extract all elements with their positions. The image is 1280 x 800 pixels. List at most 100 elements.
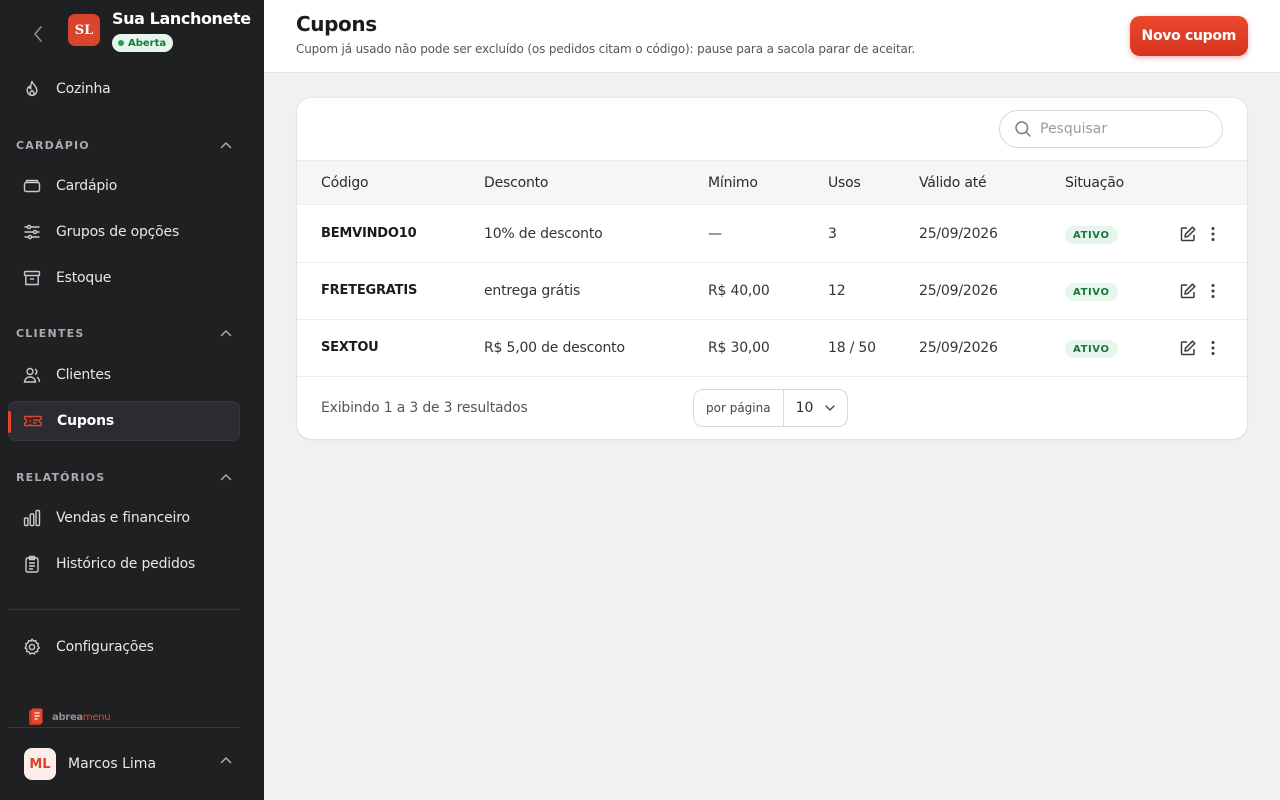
section-title: CLIENTES	[16, 326, 85, 340]
gear-icon	[22, 637, 42, 657]
column-header-minimum[interactable]: Mínimo	[708, 175, 758, 191]
table-row[interactable]: BEMVINDO10 10% de desconto — 3 25/09/202…	[297, 206, 1247, 263]
search-icon	[1015, 121, 1031, 137]
new-coupon-button[interactable]: Novo cupom	[1129, 16, 1248, 56]
sidebar-item-historico[interactable]: Histórico de pedidos	[8, 544, 240, 584]
per-page-label: por página	[694, 390, 784, 426]
coupon-discount: entrega grátis	[484, 283, 581, 299]
page-title: Cupons	[296, 12, 377, 36]
chevron-up-icon	[220, 473, 232, 481]
sidebar-item-cupons[interactable]: Cupons	[8, 401, 240, 441]
ticket-icon	[23, 411, 43, 431]
sidebar-item-grupos-opcoes[interactable]: Grupos de opções	[8, 212, 240, 252]
avatar: ML	[24, 748, 56, 780]
more-vertical-icon[interactable]	[1205, 225, 1221, 243]
coupon-uses: 3	[828, 226, 837, 242]
page-subtitle: Cupom já usado não pode ser excluído (os…	[296, 42, 916, 56]
coupon-uses: 18 / 50	[828, 340, 876, 356]
sidebar-item-cozinha[interactable]: Cozinha	[8, 69, 240, 109]
sidebar-item-label: Vendas e financeiro	[56, 510, 190, 526]
coupon-discount: 10% de desconto	[484, 226, 603, 242]
sidebar-item-estoque[interactable]: Estoque	[8, 258, 240, 298]
edit-icon[interactable]	[1179, 282, 1197, 300]
brand-name: abreamenu	[52, 711, 111, 723]
menu-book-icon	[29, 708, 43, 725]
section-header-cardapio[interactable]: CARDÁPIO	[16, 135, 232, 155]
users-icon	[22, 365, 42, 385]
section-header-clientes[interactable]: CLIENTES	[16, 323, 232, 343]
sidebar-item-vendas[interactable]: Vendas e financeiro	[8, 498, 240, 538]
coupons-table-card: Código Desconto Mínimo Usos Válido até S…	[297, 98, 1247, 439]
section-header-relatorios[interactable]: RELATÓRIOS	[16, 467, 232, 487]
coupon-valid-until: 25/09/2026	[919, 226, 998, 242]
sidebar-item-label: Estoque	[56, 270, 112, 286]
coupon-code: BEMVINDO10	[321, 226, 417, 241]
sidebar-item-label: Cardápio	[56, 178, 118, 194]
per-page-select[interactable]: por página 10	[693, 389, 849, 427]
sidebar-item-cardapio[interactable]: Cardápio	[8, 166, 240, 206]
store-status-badge: Aberta	[112, 34, 174, 52]
column-header-code[interactable]: Código	[321, 175, 369, 191]
per-page-value: 10	[795, 400, 814, 416]
status-badge: ATIVO	[1065, 226, 1118, 244]
coupon-uses: 12	[828, 283, 846, 299]
sidebar-divider	[8, 727, 240, 728]
coupon-minimum: R$ 30,00	[708, 340, 770, 356]
archive-icon	[22, 268, 42, 288]
coupon-valid-until: 25/09/2026	[919, 340, 998, 356]
per-page-dropdown[interactable]: 10	[784, 390, 848, 426]
page-header: Cupons Cupom já usado não pode ser exclu…	[264, 0, 1280, 73]
bar-chart-icon	[22, 508, 42, 528]
sidebar-item-label: Grupos de opções	[56, 224, 180, 240]
chevron-left-icon	[34, 26, 42, 42]
sidebar-item-label: Cupons	[57, 413, 114, 429]
status-dot-icon	[118, 40, 124, 46]
search-box[interactable]	[999, 110, 1223, 148]
chevron-up-icon	[220, 141, 232, 149]
status-badge: ATIVO	[1065, 340, 1118, 358]
table-row[interactable]: FRETEGRATIS entrega grátis R$ 40,00 12 2…	[297, 263, 1247, 320]
section-title: CARDÁPIO	[16, 138, 90, 152]
user-name: Marcos Lima	[68, 756, 157, 772]
back-button[interactable]	[28, 22, 48, 46]
column-header-discount[interactable]: Desconto	[484, 175, 548, 191]
chevron-down-icon	[825, 405, 836, 411]
more-vertical-icon[interactable]	[1205, 282, 1221, 300]
coupon-minimum: R$ 40,00	[708, 283, 770, 299]
coupon-valid-until: 25/09/2026	[919, 283, 998, 299]
column-header-status[interactable]: Situação	[1065, 175, 1124, 191]
table-row[interactable]: SEXTOU R$ 5,00 de desconto R$ 30,00 18 /…	[297, 320, 1247, 377]
edit-icon[interactable]	[1179, 225, 1197, 243]
sidebar-item-clientes[interactable]: Clientes	[8, 355, 240, 395]
chevron-up-icon	[220, 329, 232, 337]
sidebar-divider	[8, 609, 240, 610]
coupon-minimum: —	[708, 226, 722, 242]
coupon-discount: R$ 5,00 de desconto	[484, 340, 625, 356]
coupon-code: FRETEGRATIS	[321, 283, 418, 298]
section-title: RELATÓRIOS	[16, 470, 106, 484]
store-status-label: Aberta	[128, 37, 167, 49]
brand-logo: abreamenu	[26, 707, 111, 727]
store-header: SL Sua Lanchonete Aberta	[0, 0, 264, 66]
sidebar-item-label: Cozinha	[56, 81, 111, 97]
sidebar-item-label: Clientes	[56, 367, 111, 383]
store-avatar: SL	[68, 14, 100, 46]
coupon-code: SEXTOU	[321, 340, 379, 355]
tray-icon	[22, 176, 42, 196]
sidebar-item-label: Histórico de pedidos	[56, 556, 196, 572]
search-input[interactable]	[1040, 121, 1210, 137]
column-header-uses[interactable]: Usos	[828, 175, 861, 191]
sidebar-item-label: Configurações	[56, 639, 154, 655]
sidebar: SL Sua Lanchonete Aberta Cozinha CARDÁPI…	[0, 0, 264, 800]
column-header-valid-until[interactable]: Válido até	[919, 175, 987, 191]
flame-icon	[22, 79, 42, 99]
more-vertical-icon[interactable]	[1205, 339, 1221, 357]
clipboard-list-icon	[22, 554, 42, 574]
sidebar-item-configuracoes[interactable]: Configurações	[8, 627, 240, 667]
store-name: Sua Lanchonete	[112, 9, 251, 28]
edit-icon[interactable]	[1179, 339, 1197, 357]
user-menu[interactable]: ML Marcos Lima	[8, 740, 240, 788]
chevron-up-icon	[220, 756, 232, 764]
sliders-icon	[22, 222, 42, 242]
status-badge: ATIVO	[1065, 283, 1118, 301]
